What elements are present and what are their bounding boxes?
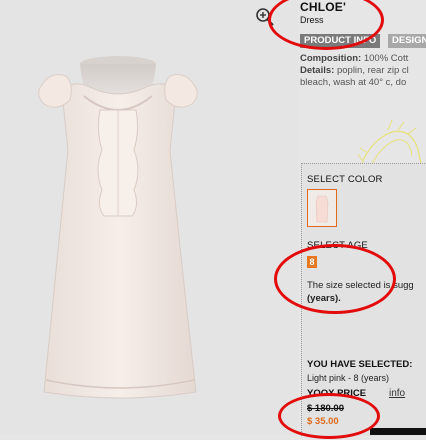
details-line: Details: poplin, rear zip cl [300,65,426,77]
annotation-circle-age [274,244,396,314]
product-image [0,0,298,435]
product-details: Composition: 100% Cott Details: poplin, … [300,53,426,89]
selection-summary: Light pink - 8 (years) [307,373,390,383]
annotation-circle-price [278,393,380,439]
color-swatch[interactable] [307,189,337,227]
details-value: poplin, rear zip cl [336,65,409,76]
bottom-bar [370,428,426,435]
you-selected-label: YOU HAVE SELECTED: [307,359,413,370]
select-color-label: SELECT COLOR [307,174,383,185]
composition-value: 100% Cott [363,53,409,64]
swatch-dress-thumbnail [315,195,329,223]
decorative-line-art [357,119,423,169]
composition-label: Composition: [300,53,362,64]
dress-illustration [38,56,198,399]
tab-designer[interactable]: DESIGNER [388,34,426,48]
care-line: bleach, wash at 40° c, do [300,77,407,88]
price-info-link[interactable]: info [389,388,405,399]
details-label: Details: [300,65,335,76]
composition-line: Composition: 100% Cott [300,53,426,65]
